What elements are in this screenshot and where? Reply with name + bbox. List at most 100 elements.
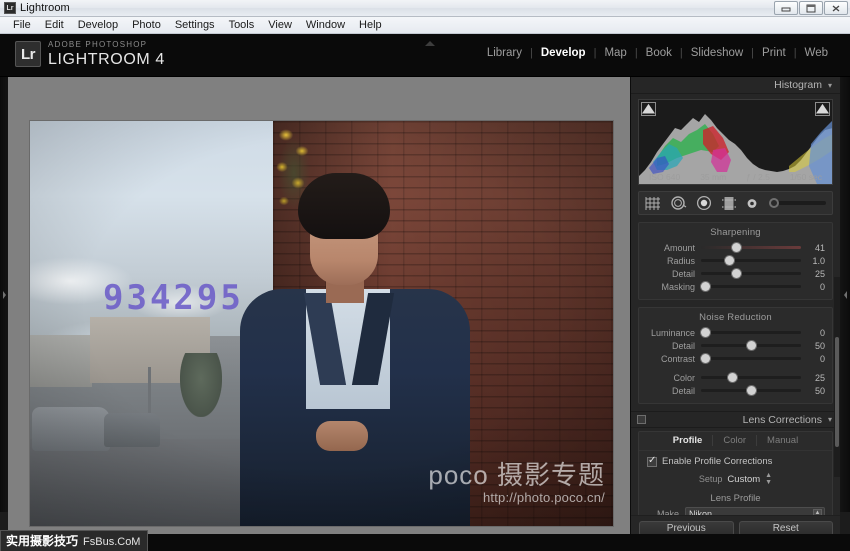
slider-row-color-detail[interactable]: Detail 50 (639, 384, 832, 397)
scrollbar-thumb[interactable] (835, 337, 839, 447)
value-color[interactable]: 25 (801, 373, 825, 383)
histogram-panel-header[interactable]: Histogram ▾ (631, 77, 840, 94)
knob-masking[interactable] (700, 281, 710, 291)
menu-item-view[interactable]: View (261, 17, 299, 33)
label-contrast: Contrast (660, 353, 695, 364)
knob-color[interactable] (727, 372, 737, 382)
collapse-top-panel-arrow[interactable] (422, 34, 438, 46)
menu-item-develop[interactable]: Develop (71, 17, 125, 33)
sharpening-title: Sharpening (710, 227, 761, 238)
label-color-detail: Detail (671, 385, 695, 396)
knob-amount[interactable] (731, 242, 741, 252)
value-nr-detail[interactable]: 50 (801, 341, 825, 351)
value-color-detail[interactable]: 50 (801, 386, 825, 396)
module-develop[interactable]: Develop (533, 47, 594, 59)
knob-contrast[interactable] (700, 353, 710, 363)
track-luminance[interactable] (700, 327, 801, 337)
label-radius: Radius (666, 255, 695, 266)
maximize-button[interactable] (799, 1, 823, 15)
right-panel-scrollbar[interactable] (834, 277, 840, 477)
tab-manual[interactable]: Manual (756, 435, 808, 446)
knob-detail[interactable] (731, 268, 741, 278)
label-nr-detail: Detail (671, 340, 695, 351)
collapse-right-panel-arrow (843, 290, 847, 299)
slider-row-luminance[interactable]: Luminance 0 (639, 326, 832, 339)
menu-item-window[interactable]: Window (299, 17, 352, 33)
maximize-icon (806, 4, 816, 12)
enable-profile-corrections-row[interactable]: Enable Profile Corrections (639, 451, 832, 469)
module-library[interactable]: Library (479, 47, 530, 59)
menu-item-tools[interactable]: Tools (222, 17, 262, 33)
knob-color-detail[interactable] (746, 385, 756, 395)
lens-corrections-panel-header[interactable]: Lens Corrections ▾ (631, 411, 840, 428)
track-color-detail[interactable] (701, 385, 801, 395)
knob-radius[interactable] (724, 255, 734, 265)
collapse-left-panel-arrow (2, 290, 6, 299)
lightroom-app: Lr ADOBE PHOTOSHOP LIGHTROOM 4 Library |… (0, 34, 850, 551)
left-panel-collapse-strip[interactable] (0, 77, 8, 512)
brush-size-knob[interactable] (769, 198, 779, 208)
detail-noise-reduction-section: Noise Reduction Luminance 0 Detail 50 Co… (638, 307, 833, 404)
track-radius[interactable] (701, 255, 801, 265)
detail-sharpening-section: Sharpening Amount 41 Radius 1.0 Detail 2… (638, 222, 833, 300)
setup-value[interactable]: Custom (727, 474, 760, 485)
label-amount: Amount (663, 242, 695, 253)
chevron-down-icon[interactable]: ▾ (828, 81, 832, 90)
graduated-filter-icon[interactable] (721, 196, 737, 211)
menu-item-help[interactable]: Help (352, 17, 389, 33)
knob-luminance[interactable] (700, 327, 710, 337)
brush-size-slider[interactable] (769, 198, 826, 208)
enable-profile-corrections-checkbox[interactable] (647, 455, 657, 467)
value-amount[interactable]: 41 (801, 243, 825, 253)
module-slideshow[interactable]: Slideshow (683, 47, 751, 59)
track-masking[interactable] (700, 281, 801, 291)
menu-bar: File Edit Develop Photo Settings Tools V… (0, 17, 850, 34)
lens-profile-toggle-icon[interactable] (637, 415, 646, 424)
window-title-bar: Lr Lightroom (0, 0, 850, 17)
chevron-down-icon[interactable]: ▾ (828, 415, 832, 424)
right-panel-collapse-strip[interactable] (840, 77, 850, 512)
slider-row-detail[interactable]: Detail 25 (639, 267, 832, 280)
value-masking[interactable]: 0 (801, 282, 825, 292)
watermark-chinese: 实用摄影技巧 (6, 534, 79, 548)
close-button[interactable] (824, 1, 848, 15)
slider-row-contrast[interactable]: Contrast 0 (639, 352, 832, 365)
minimize-button[interactable] (774, 1, 798, 15)
tab-profile[interactable]: Profile (663, 435, 713, 446)
slider-row-masking[interactable]: Masking 0 (639, 280, 832, 293)
value-radius[interactable]: 1.0 (801, 256, 825, 266)
menu-item-edit[interactable]: Edit (38, 17, 71, 33)
track-nr-detail[interactable] (701, 340, 801, 350)
window-controls (774, 1, 848, 15)
module-map[interactable]: Map (596, 47, 634, 59)
setup-row[interactable]: Setup Custom ▲ ▼ (639, 469, 832, 488)
histogram-exif: ISO 640 35 mm ƒ / 2.5 1/50 sec (639, 172, 832, 182)
track-contrast[interactable] (700, 353, 801, 363)
stepper-icon[interactable]: ▲ ▼ (765, 472, 772, 486)
module-print[interactable]: Print (754, 47, 794, 59)
spot-removal-icon[interactable] (670, 195, 687, 211)
module-book[interactable]: Book (638, 47, 680, 59)
histogram-graph[interactable]: ISO 640 35 mm ƒ / 2.5 1/50 sec (638, 99, 833, 185)
value-luminance[interactable]: 0 (801, 328, 825, 338)
window-title: Lightroom (20, 2, 70, 14)
photo-preview[interactable]: 934295 poco 摄影专题 http://photo.poco.cn/ (30, 121, 613, 526)
menu-item-photo[interactable]: Photo (125, 17, 168, 33)
value-contrast[interactable]: 0 (801, 354, 825, 364)
menu-item-settings[interactable]: Settings (168, 17, 222, 33)
track-detail[interactable] (701, 268, 801, 278)
menu-item-file[interactable]: File (6, 17, 38, 33)
slider-row-radius[interactable]: Radius 1.0 (639, 254, 832, 267)
slider-row-nr-detail[interactable]: Detail 50 (639, 339, 832, 352)
module-web[interactable]: Web (797, 47, 836, 59)
adjustment-brush-icon[interactable] (746, 197, 759, 210)
tab-color[interactable]: Color (712, 435, 756, 446)
track-color[interactable] (701, 372, 801, 382)
track-amount[interactable] (701, 242, 801, 252)
slider-row-color[interactable]: Color 25 (639, 371, 832, 384)
slider-row-amount[interactable]: Amount 41 (639, 241, 832, 254)
red-eye-correction-icon[interactable] (696, 195, 712, 211)
knob-nr-detail[interactable] (746, 340, 756, 350)
crop-overlay-icon[interactable] (645, 196, 661, 211)
value-detail[interactable]: 25 (801, 269, 825, 279)
